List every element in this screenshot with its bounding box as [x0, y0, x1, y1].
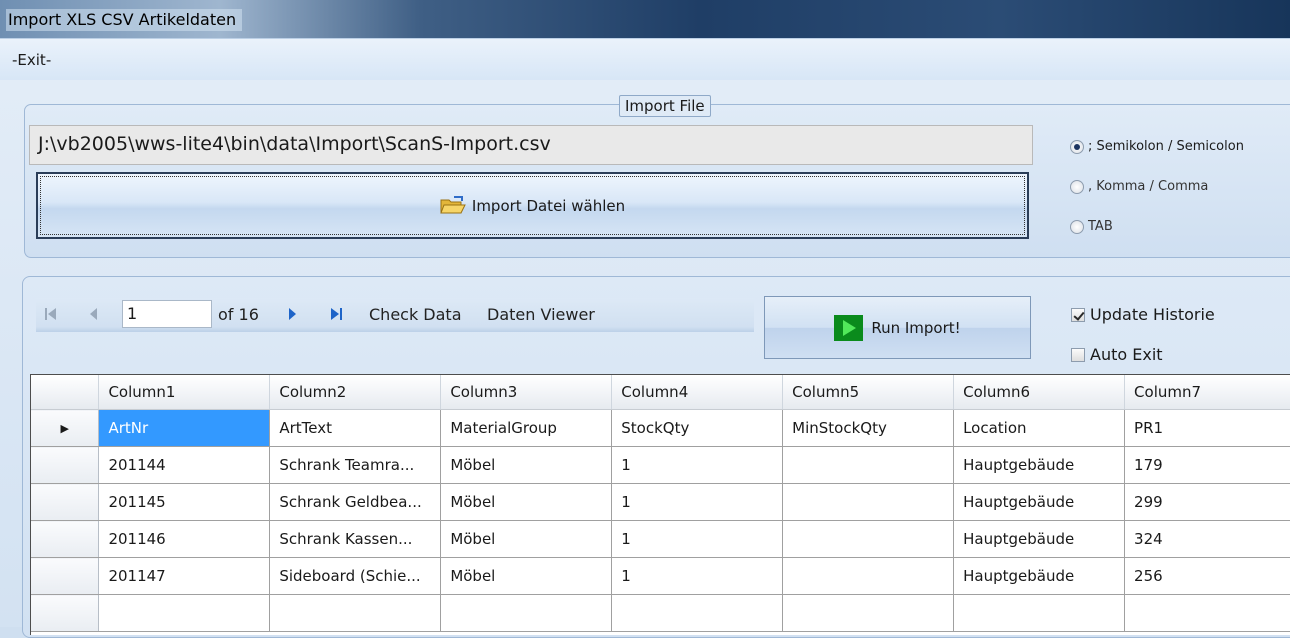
radio-tab[interactable]: TAB	[1070, 219, 1113, 234]
import-file-legend: Import File	[619, 95, 711, 117]
table-cell[interactable]: 201144	[98, 446, 271, 484]
window-title: Import XLS CSV Artikeldaten	[6, 9, 243, 31]
auto-exit-check[interactable]	[1071, 347, 1085, 362]
table-cell[interactable]: ArtNr	[98, 409, 271, 447]
table-cell[interactable]: 1	[611, 520, 784, 558]
table-row[interactable]: 201144 Schrank Teamra... Möbel 1 Hauptge…	[31, 446, 1290, 484]
current-row-indicator-icon[interactable]: ▶	[31, 409, 100, 447]
table-cell[interactable]: MaterialGroup	[440, 409, 613, 447]
update-historie-checkbox[interactable]: Update Historie	[1071, 305, 1215, 324]
table-cell[interactable]: Hauptgebäude	[953, 520, 1126, 558]
row-header[interactable]	[31, 520, 100, 558]
data-grid[interactable]: Column1 Column2 Column3 Column4 Column5 …	[30, 374, 1290, 635]
auto-exit-checkbox[interactable]: Auto Exit	[1071, 345, 1163, 364]
radio-semicolon-label: ; Semikolon / Semicolon	[1088, 139, 1244, 154]
move-last-icon[interactable]	[330, 306, 344, 322]
radio-comma-circle[interactable]	[1070, 179, 1084, 194]
table-cell[interactable]	[98, 594, 271, 632]
table-cell[interactable]	[611, 594, 784, 632]
grid-header-row: Column1 Column2 Column3 Column4 Column5 …	[31, 375, 1290, 410]
table-cell[interactable]: Hauptgebäude	[953, 483, 1126, 521]
table-row[interactable]: ▶ ArtNr ArtText MaterialGroup StockQty M…	[31, 409, 1290, 447]
table-cell[interactable]: 256	[1124, 557, 1290, 595]
run-import-label: Run Import!	[871, 318, 961, 337]
title-bar: Import XLS CSV Artikeldaten	[0, 0, 1290, 38]
radio-tab-circle[interactable]	[1070, 219, 1084, 234]
choose-import-file-button[interactable]: Import Datei wählen	[36, 172, 1029, 239]
table-cell[interactable]	[1124, 594, 1290, 632]
record-count-label: of 16	[218, 305, 259, 324]
table-cell[interactable]: 179	[1124, 446, 1290, 484]
update-historie-check[interactable]	[1071, 307, 1085, 322]
radio-comma[interactable]: , Komma / Comma	[1070, 179, 1208, 194]
table-cell[interactable]: Möbel	[440, 557, 613, 595]
radio-comma-label: , Komma / Comma	[1088, 179, 1209, 194]
table-cell[interactable]: Sideboard (Schie...	[269, 557, 442, 595]
table-cell[interactable]: 1	[611, 483, 784, 521]
choose-import-file-label: Import Datei wählen	[471, 196, 626, 215]
table-cell[interactable]: Schrank Geldbea...	[269, 483, 442, 521]
table-cell[interactable]: 324	[1124, 520, 1290, 558]
table-cell[interactable]: 299	[1124, 483, 1290, 521]
table-cell[interactable]: MinStockQty	[782, 409, 955, 447]
check-data-button[interactable]: Check Data	[369, 305, 462, 324]
table-cell[interactable]: 1	[611, 446, 784, 484]
table-cell[interactable]: ArtText	[269, 409, 442, 447]
table-cell[interactable]	[782, 446, 955, 484]
auto-exit-label: Auto Exit	[1090, 345, 1163, 364]
table-cell[interactable]	[269, 594, 442, 632]
position-input[interactable]: 1	[122, 300, 212, 328]
daten-viewer-button[interactable]: Daten Viewer	[487, 305, 595, 324]
table-cell[interactable]	[782, 557, 955, 595]
radio-semicolon[interactable]: ; Semikolon / Semicolon	[1070, 139, 1244, 154]
row-header[interactable]	[31, 483, 100, 521]
table-cell[interactable]: StockQty	[611, 409, 784, 447]
column-header[interactable]: Column4	[611, 375, 784, 410]
table-cell[interactable]: Schrank Kassen...	[269, 520, 442, 558]
table-cell[interactable]: PR1	[1124, 409, 1290, 447]
row-header[interactable]	[31, 557, 100, 595]
table-cell[interactable]: Location	[953, 409, 1126, 447]
column-header[interactable]: Column3	[440, 375, 613, 410]
menu-bar: -Exit-	[0, 38, 1290, 81]
table-cell[interactable]: 201145	[98, 483, 271, 521]
row-header[interactable]	[31, 446, 100, 484]
column-header[interactable]: Column6	[953, 375, 1126, 410]
run-import-button[interactable]: Run Import!	[764, 296, 1031, 359]
column-header[interactable]: Column1	[98, 375, 271, 410]
column-header[interactable]: Column2	[269, 375, 442, 410]
table-cell[interactable]: Möbel	[440, 483, 613, 521]
column-header[interactable]: Column5	[782, 375, 955, 410]
table-cell[interactable]: Hauptgebäude	[953, 557, 1126, 595]
play-icon	[834, 314, 864, 341]
file-path-field[interactable]: J:\vb2005\wws-lite4\bin\data\Import\Scan…	[29, 125, 1033, 165]
table-cell[interactable]	[782, 520, 955, 558]
table-row[interactable]: 201145 Schrank Geldbea... Möbel 1 Hauptg…	[31, 483, 1290, 521]
column-header[interactable]: Column7	[1124, 375, 1290, 410]
table-row[interactable]: 201146 Schrank Kassen... Möbel 1 Hauptge…	[31, 520, 1290, 558]
table-cell[interactable]	[782, 483, 955, 521]
table-cell[interactable]: Hauptgebäude	[953, 446, 1126, 484]
table-cell[interactable]: 201146	[98, 520, 271, 558]
open-folder-icon	[440, 195, 466, 213]
table-cell[interactable]: Möbel	[440, 520, 613, 558]
radio-semicolon-circle[interactable]	[1070, 139, 1084, 154]
table-cell[interactable]	[782, 594, 955, 632]
table-cell[interactable]: 201147	[98, 557, 271, 595]
table-row[interactable]	[31, 594, 1290, 632]
radio-tab-label: TAB	[1088, 219, 1113, 234]
table-row[interactable]: 201147 Sideboard (Schie... Möbel 1 Haupt…	[31, 557, 1290, 595]
move-next-icon[interactable]	[288, 306, 298, 322]
table-cell[interactable]: Möbel	[440, 446, 613, 484]
move-first-icon[interactable]	[44, 306, 58, 322]
table-cell[interactable]	[953, 594, 1126, 632]
table-cell[interactable]: 1	[611, 557, 784, 595]
table-cell[interactable]: Schrank Teamra...	[269, 446, 442, 484]
row-header[interactable]	[31, 594, 100, 632]
move-previous-icon[interactable]	[88, 306, 98, 322]
table-cell[interactable]	[440, 594, 613, 632]
menu-exit[interactable]: -Exit-	[12, 51, 51, 69]
grid-corner-header	[31, 375, 100, 410]
update-historie-label: Update Historie	[1090, 305, 1215, 324]
